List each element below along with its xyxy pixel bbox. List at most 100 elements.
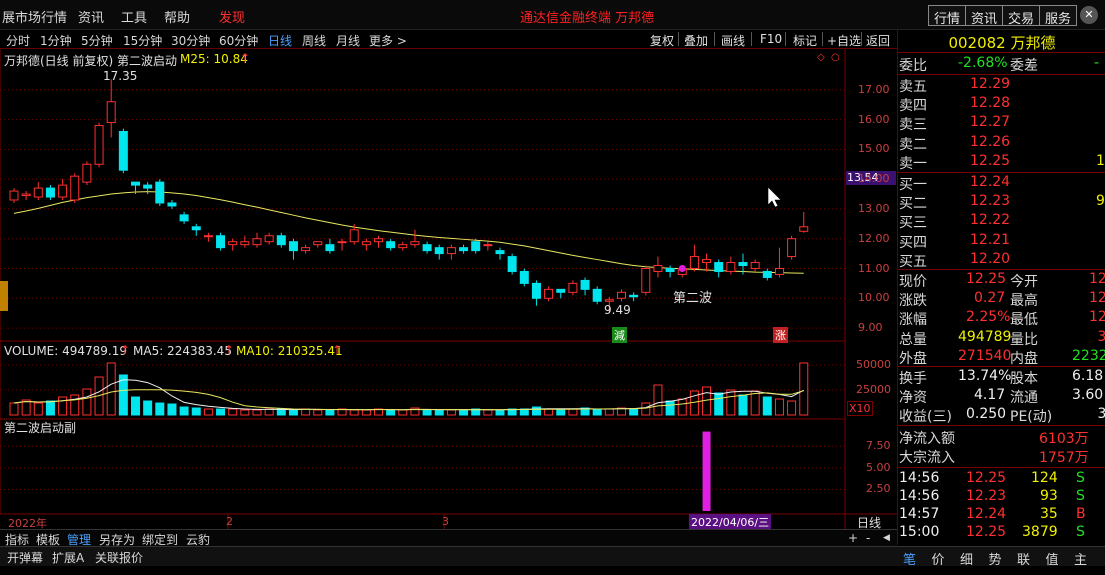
ask-price: 12.26 bbox=[970, 133, 1011, 150]
panel-tab[interactable]: 值 bbox=[1046, 549, 1059, 568]
stat-row[interactable]: 外盘 271540 内盘 2232 bbox=[898, 348, 1105, 367]
volume-bar bbox=[33, 402, 43, 416]
stock-name: 万邦德 bbox=[1010, 34, 1056, 52]
tick-time: 14:56 bbox=[899, 470, 940, 486]
tool-mark[interactable]: 标记 bbox=[793, 32, 817, 49]
circle-icon[interactable]: ○ bbox=[831, 52, 840, 63]
tab-extend[interactable]: 扩展A bbox=[52, 549, 84, 566]
candle-down bbox=[216, 235, 226, 249]
fundamental-label: 流通 bbox=[1010, 390, 1038, 407]
top-btn-quote[interactable]: 行情 bbox=[928, 5, 967, 27]
kline-chart[interactable]: 万邦德(日线 前复权) 第二波启动 M25: 10.84 ↑ ◇ ○ VOLUM… bbox=[0, 49, 897, 530]
tick-row[interactable]: 14:56 12.23 93 S bbox=[898, 488, 1105, 507]
tick-row[interactable]: 14:56 12.25 124 S bbox=[898, 470, 1105, 489]
panel-tab[interactable]: 细 bbox=[960, 549, 973, 568]
stat-row[interactable]: 涨跌 0.27 最高 12 bbox=[898, 290, 1105, 309]
ask-row[interactable]: 卖一 12.25 1 bbox=[898, 153, 1105, 172]
top-btn-trade[interactable]: 交易 bbox=[1002, 5, 1041, 27]
stat-row[interactable]: 总量 494789 量比 3 bbox=[898, 329, 1105, 348]
volume-bar bbox=[82, 388, 92, 416]
scroll-left-icon[interactable]: ◀ bbox=[883, 533, 890, 543]
ask-row[interactable]: 卖四 12.28 bbox=[898, 95, 1105, 114]
sub-indicator-bar bbox=[702, 431, 711, 511]
menu-help[interactable]: 帮助 bbox=[164, 7, 190, 26]
tool-back[interactable]: 返回 bbox=[866, 32, 890, 49]
panel-tab[interactable]: 主 bbox=[1074, 549, 1087, 568]
ma25-legend: M25: 10.84 bbox=[180, 52, 248, 66]
menu-tools[interactable]: 工具 bbox=[121, 7, 147, 26]
flow-label: 大宗流入 bbox=[899, 450, 955, 467]
period-tab[interactable]: 60分钟 bbox=[219, 32, 258, 49]
price-axis-label: 17.00 bbox=[858, 82, 890, 96]
volume-bar bbox=[641, 402, 651, 416]
bid-row[interactable]: 买三 12.22 bbox=[898, 212, 1105, 231]
stat-row[interactable]: 现价 12.25 今开 12 bbox=[898, 271, 1105, 290]
scale-tag: X10 bbox=[847, 401, 873, 416]
sub-axis-label: 5.00 bbox=[866, 460, 891, 474]
candle-up bbox=[94, 125, 104, 165]
volume-bar bbox=[58, 396, 68, 416]
panel-tab[interactable]: 笔 bbox=[903, 549, 916, 568]
flow-row[interactable]: 大宗流入 1757万 bbox=[898, 447, 1105, 466]
diamond-icon[interactable]: ◇ bbox=[817, 52, 825, 63]
panel-tab[interactable]: 联 bbox=[1017, 549, 1030, 568]
ask-label: 卖二 bbox=[899, 136, 927, 153]
bid-price: 12.24 bbox=[970, 174, 1011, 190]
period-tab[interactable]: 1分钟 bbox=[40, 32, 72, 49]
tool-overlay[interactable]: 叠加 bbox=[684, 32, 708, 49]
volume-bar bbox=[228, 408, 238, 416]
zoom-in-icon[interactable]: + bbox=[848, 531, 858, 545]
divider bbox=[898, 269, 1105, 270]
bid-label: 买二 bbox=[899, 196, 927, 213]
bid-row[interactable]: 买五 12.20 bbox=[898, 251, 1105, 270]
top-btn-news[interactable]: 资讯 bbox=[965, 5, 1004, 27]
period-tab[interactable]: 15分钟 bbox=[123, 32, 162, 49]
tab-danmaku[interactable]: 开弹幕 bbox=[7, 549, 43, 566]
sub-axis-label: 2.50 bbox=[866, 482, 891, 496]
expand-handle[interactable] bbox=[0, 281, 8, 311]
menu-news[interactable]: 资讯 bbox=[78, 7, 104, 26]
volume-bar bbox=[313, 409, 323, 416]
kline-chart-svg[interactable] bbox=[0, 49, 897, 529]
tick-time: 14:57 bbox=[899, 506, 940, 522]
panel-tab[interactable]: 势 bbox=[989, 549, 1002, 568]
menu-market[interactable]: 展市场行情 bbox=[2, 7, 67, 26]
bid-row[interactable]: 买一 12.24 bbox=[898, 174, 1105, 193]
stat-row[interactable]: 涨幅 2.25% 最低 12 bbox=[898, 309, 1105, 328]
top-btn-service[interactable]: 服务 bbox=[1039, 5, 1078, 27]
menu-discover[interactable]: 发现 bbox=[219, 7, 245, 26]
tool-f10[interactable]: F10 bbox=[760, 32, 782, 46]
stat-value: 2232 bbox=[1072, 347, 1105, 364]
ask-row[interactable]: 卖二 12.26 bbox=[898, 134, 1105, 153]
period-tab[interactable]: 5分钟 bbox=[81, 32, 113, 49]
candle-up bbox=[641, 268, 651, 293]
tool-add-watchlist[interactable]: +自选 bbox=[827, 32, 861, 49]
fundamental-row[interactable]: 换手 13.74% 股本 6.18 bbox=[898, 368, 1105, 387]
zoom-out-icon[interactable]: - bbox=[866, 531, 870, 545]
period-tab[interactable]: 分时 bbox=[6, 32, 30, 49]
period-tab[interactable]: 周线 bbox=[302, 32, 326, 49]
bid-row[interactable]: 买四 12.21 bbox=[898, 232, 1105, 251]
fundamental-row[interactable]: 收益(三) 0.250 PE(动) 3 bbox=[898, 406, 1105, 425]
tick-row[interactable]: 14:57 12.24 35 B bbox=[898, 506, 1105, 525]
volume-legend: VOLUME: 494789.19 bbox=[4, 344, 127, 358]
period-tab[interactable]: 30分钟 bbox=[171, 32, 210, 49]
period-tab-active[interactable]: 日线 bbox=[268, 32, 292, 49]
panel-tab[interactable]: 价 bbox=[932, 549, 945, 568]
close-icon[interactable]: ✕ bbox=[1080, 6, 1098, 24]
bid-row[interactable]: 买二 12.23 9 bbox=[898, 193, 1105, 212]
volume-bar bbox=[361, 409, 371, 416]
tool-draw[interactable]: 画线 bbox=[721, 32, 745, 49]
tick-row[interactable]: 15:00 12.25 3879 S bbox=[898, 524, 1105, 543]
candle-down bbox=[325, 244, 335, 252]
fundamental-row[interactable]: 净资 4.17 流通 3.60 bbox=[898, 387, 1105, 406]
candle-up bbox=[568, 282, 578, 293]
tool-fuquan[interactable]: 复权 bbox=[650, 32, 674, 49]
period-tab-more[interactable]: 更多 > bbox=[369, 32, 407, 49]
ask-row[interactable]: 卖五 12.29 bbox=[898, 76, 1105, 95]
flow-row[interactable]: 净流入额 6103万 bbox=[898, 428, 1105, 447]
volume-bar bbox=[106, 362, 116, 416]
tab-linked-quote[interactable]: 关联报价 bbox=[95, 549, 143, 566]
ask-row[interactable]: 卖三 12.27 bbox=[898, 114, 1105, 133]
period-tab[interactable]: 月线 bbox=[336, 32, 360, 49]
